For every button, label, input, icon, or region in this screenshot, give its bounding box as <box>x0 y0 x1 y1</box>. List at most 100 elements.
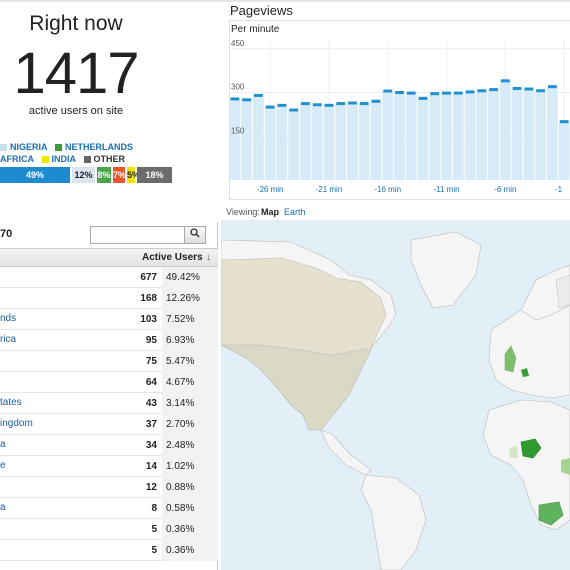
world-map-canvas <box>220 231 570 570</box>
active-users-percent: 2.48% <box>162 435 218 456</box>
pageviews-bar[interactable] <box>488 89 499 180</box>
active-users-count: 12 <box>145 482 157 493</box>
pageviews-bar-cap <box>254 93 263 97</box>
table-row[interactable]: 75 5.47% <box>0 351 218 372</box>
table-row[interactable]: 5 0.36% <box>0 519 218 540</box>
pageviews-bar[interactable] <box>300 103 311 180</box>
pageviews-bar[interactable] <box>476 90 488 180</box>
active-users-label: active users on site <box>28 105 124 117</box>
pageviews-bar[interactable] <box>241 99 253 180</box>
table-row[interactable]: 168 12.26% <box>0 288 218 309</box>
pageviews-bar-cap <box>336 102 346 106</box>
pageviews-bar-cap <box>406 91 416 95</box>
table-row[interactable]: a 8 0.58% <box>0 498 218 519</box>
country-link[interactable]: rica <box>0 334 134 345</box>
table-row[interactable]: tates 43 3.14% <box>0 393 218 414</box>
share-segment[interactable]: 8% <box>97 167 111 183</box>
active-users-percent: 3.14% <box>162 393 218 414</box>
legend-item-india: INDIA <box>41 154 76 164</box>
country-link[interactable]: a <box>0 439 134 450</box>
share-segment[interactable]: 18% <box>137 167 172 183</box>
pageviews-bar[interactable] <box>429 93 441 180</box>
legend-swatch <box>41 156 49 164</box>
share-segment[interactable]: 12% <box>72 167 95 183</box>
pageviews-bar[interactable] <box>264 107 276 180</box>
table-toolbar: 70 <box>0 222 218 248</box>
table-row[interactable]: a 34 2.48% <box>0 435 218 456</box>
rows-count: 70 <box>0 228 13 240</box>
pageviews-bar[interactable] <box>335 103 347 180</box>
world-map[interactable] <box>220 220 570 570</box>
pageviews-title: Pageviews <box>230 3 293 18</box>
table-row[interactable]: rica 95 6.93% <box>0 330 218 351</box>
pageviews-bar[interactable] <box>394 92 405 181</box>
pageviews-bar[interactable] <box>347 103 358 180</box>
country-link[interactable]: tates <box>0 397 134 408</box>
pageviews-bar[interactable] <box>464 91 476 180</box>
search-button[interactable] <box>184 226 206 244</box>
x-tick-label: -21 min <box>316 185 343 194</box>
realtime-panel: Right now 1417 active users on site NIGE… <box>0 0 222 200</box>
pageviews-bar[interactable] <box>370 101 382 180</box>
pageviews-bar[interactable] <box>511 88 523 180</box>
table-row[interactable]: 12 0.88% <box>0 477 218 498</box>
country-link[interactable]: a <box>0 502 134 513</box>
pageviews-bar[interactable] <box>417 98 429 180</box>
pageviews-bar[interactable] <box>288 110 300 180</box>
table-row[interactable]: 64 4.67% <box>0 372 218 393</box>
active-users-count: 75 <box>145 356 157 367</box>
pageviews-bar[interactable] <box>276 105 288 180</box>
table-row[interactable]: 5 0.36% <box>0 540 218 561</box>
country-link[interactable]: ingdom <box>0 418 134 429</box>
tab-earth[interactable]: Earth <box>284 207 306 217</box>
pageviews-bar[interactable] <box>382 91 394 180</box>
search-input[interactable] <box>90 226 185 244</box>
share-segment[interactable]: 49% <box>0 167 70 183</box>
pageviews-bar[interactable] <box>546 86 558 180</box>
pageviews-bar[interactable] <box>535 90 546 180</box>
table-row[interactable]: 677 49.42% <box>0 267 218 288</box>
pageviews-bar-cap <box>265 105 275 109</box>
arrow-down-icon[interactable]: ↓ <box>206 252 211 263</box>
pageviews-bar[interactable] <box>358 103 370 180</box>
share-segment[interactable]: 5% <box>127 167 140 183</box>
x-tick-label: -26 min <box>257 185 284 194</box>
active-users-percent: 4.67% <box>162 372 218 393</box>
table-row[interactable]: e 14 1.02% <box>0 456 218 477</box>
pageviews-bar[interactable] <box>405 93 417 180</box>
pageviews-bar[interactable] <box>253 95 264 180</box>
pageviews-bar[interactable] <box>441 93 452 180</box>
legend-label: NIGERIA <box>10 142 48 152</box>
canada-region <box>220 257 387 356</box>
pageviews-bar-cap <box>383 89 393 93</box>
table-row[interactable]: ingdom 37 2.70% <box>0 414 218 435</box>
pageviews-bar[interactable] <box>229 98 241 180</box>
pageviews-bar[interactable] <box>499 80 511 180</box>
active-users-percent: 0.58% <box>162 498 218 519</box>
table-row[interactable]: nds 103 7.52% <box>0 309 218 330</box>
legend-label: AFRICA <box>0 154 34 164</box>
usa-region <box>220 344 372 431</box>
pageviews-bar[interactable] <box>452 93 464 180</box>
y-tick-label: 150 <box>231 126 245 135</box>
y-tick-label: 300 <box>231 83 245 92</box>
pageviews-bar[interactable] <box>523 89 535 180</box>
pageviews-bar-cap <box>418 96 428 100</box>
tab-map[interactable]: Map <box>261 207 279 217</box>
map-viewing-label: Viewing: <box>226 207 260 217</box>
legend-item-netherlands: NETHERLANDS <box>55 142 133 152</box>
legend-label: OTHER <box>93 154 126 164</box>
country-link[interactable]: e <box>0 460 134 471</box>
country-link[interactable]: nds <box>0 313 134 324</box>
share-segment[interactable]: 7% <box>113 167 126 183</box>
pageviews-bar[interactable] <box>323 105 335 180</box>
pageviews-bar[interactable] <box>311 104 323 180</box>
pageviews-bar-cap <box>312 103 322 107</box>
active-users-count: 677 <box>140 272 157 283</box>
x-tick-label: -16 min <box>374 185 401 194</box>
header-active-users[interactable]: Active Users <box>142 252 203 263</box>
pageviews-bar-cap <box>348 101 357 105</box>
pageviews-bar[interactable] <box>558 121 570 180</box>
greenland-landmass <box>410 231 482 309</box>
pageviews-bar-cap <box>230 97 240 101</box>
